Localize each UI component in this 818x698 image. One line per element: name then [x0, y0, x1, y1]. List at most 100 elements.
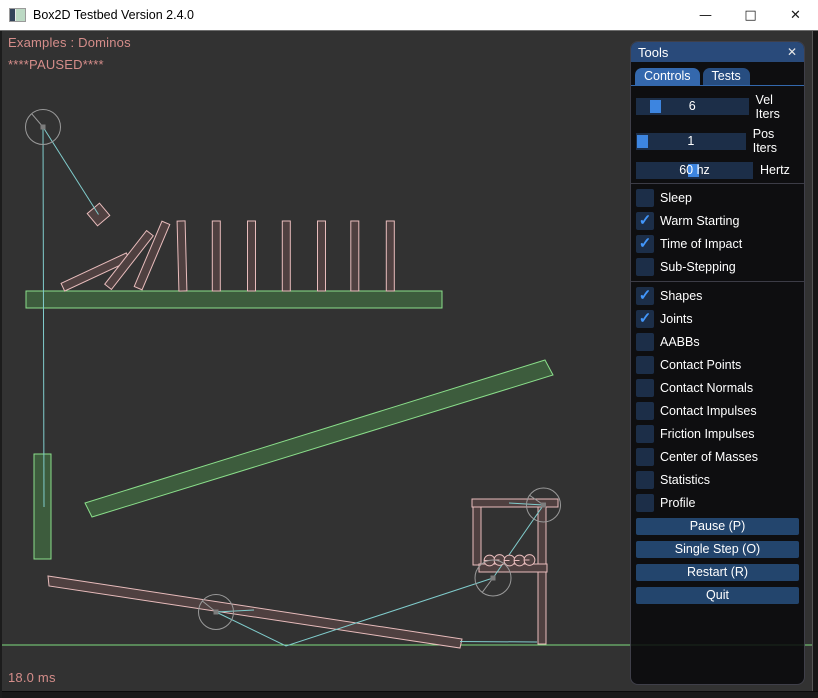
slider-label: Vel Iters	[756, 93, 799, 121]
single-step-o-button[interactable]: Single Step (O)	[636, 541, 799, 558]
checkbox-label: Time of Impact	[660, 237, 742, 251]
checkbox-box[interactable]: ✓	[636, 235, 654, 253]
check-icon: ✓	[639, 288, 652, 303]
pause-p-button[interactable]: Pause (P)	[636, 518, 799, 535]
checkbox-label: Warm Starting	[660, 214, 739, 228]
maximize-button[interactable]: □	[728, 0, 773, 30]
warm-starting-checkbox[interactable]: ✓ Warm Starting	[636, 212, 799, 230]
time-of-impact-checkbox[interactable]: ✓ Time of Impact	[636, 235, 799, 253]
slider-value: 6	[636, 98, 749, 115]
hertz-slider-row: 60 hz Hertz	[636, 162, 799, 179]
statistics-checkbox[interactable]: Statistics	[636, 471, 799, 489]
sub-stepping-checkbox[interactable]: Sub-Stepping	[636, 258, 799, 276]
checkbox-box[interactable]	[636, 356, 654, 374]
close-button[interactable]: ✕	[773, 0, 818, 30]
joints-checkbox[interactable]: ✓ Joints	[636, 310, 799, 328]
friction-impulses-checkbox[interactable]: Friction Impulses	[636, 425, 799, 443]
checkbox-box[interactable]	[636, 189, 654, 207]
checkbox-label: Sleep	[660, 191, 692, 205]
vel-iters-slider[interactable]: 6	[636, 98, 749, 115]
checkbox-label: Shapes	[660, 289, 702, 303]
checkbox-label: Center of Masses	[660, 450, 758, 464]
domino	[177, 221, 187, 291]
static-platform	[26, 291, 442, 308]
profile-checkbox[interactable]: Profile	[636, 494, 799, 512]
joint-line	[43, 127, 44, 507]
checkbox-box[interactable]: ✓	[636, 212, 654, 230]
shapes-checkbox[interactable]: ✓ Shapes	[636, 287, 799, 305]
pos-iters-slider[interactable]: 1	[636, 133, 746, 150]
domino	[351, 221, 359, 291]
check-icon: ✓	[639, 213, 652, 228]
frame-beam	[473, 507, 481, 565]
seesaw-plank	[48, 576, 462, 648]
static-plank	[85, 360, 553, 517]
joint-anchor	[541, 503, 546, 508]
tools-panel-title: Tools	[638, 45, 668, 60]
tools-panel-content: 6 Vel Iters 1 Pos Iters60 hz Hertz Sleep ✓ Warm…	[631, 93, 804, 604]
window-titlebar: Box2D Testbed Version 2.4.0 — □ ✕	[0, 0, 818, 31]
checkbox-box[interactable]	[636, 448, 654, 466]
checkbox-label: Contact Impulses	[660, 404, 757, 418]
checkbox-box[interactable]: ✓	[636, 310, 654, 328]
tab-controls[interactable]: Controls	[635, 68, 700, 85]
contact-normals-checkbox[interactable]: Contact Normals	[636, 379, 799, 397]
joint-anchor	[491, 576, 496, 581]
checkbox-box[interactable]	[636, 494, 654, 512]
window-frame-right	[812, 31, 818, 698]
static-platform	[34, 454, 51, 559]
checkbox-label: Contact Points	[660, 358, 741, 372]
checkbox-label: Profile	[660, 496, 695, 510]
joint-anchor	[214, 610, 219, 615]
checkbox-label: Friction Impulses	[660, 427, 754, 441]
contact-points-checkbox[interactable]: Contact Points	[636, 356, 799, 374]
checkbox-box[interactable]	[636, 258, 654, 276]
domino	[134, 221, 170, 290]
checkbox-box[interactable]	[636, 425, 654, 443]
contact-impulses-checkbox[interactable]: Contact Impulses	[636, 402, 799, 420]
frame-beam	[538, 507, 546, 644]
joint-line	[460, 642, 537, 643]
tab-tests[interactable]: Tests	[703, 68, 750, 85]
quit-button[interactable]: Quit	[636, 587, 799, 604]
domino	[386, 221, 394, 291]
paused-label: ****PAUSED****	[8, 57, 104, 72]
separator	[631, 281, 804, 282]
minimize-button[interactable]: —	[683, 0, 728, 30]
window-frame-left	[0, 31, 2, 698]
tools-panel: Tools ✕ ControlsTests 6 Vel Iters 1 Pos Ite…	[630, 41, 805, 685]
slider-label: Hertz	[760, 163, 790, 177]
checkbox-box[interactable]: ✓	[636, 287, 654, 305]
checkbox-box[interactable]	[636, 379, 654, 397]
slider-label: Pos Iters	[753, 127, 799, 155]
checkbox-box[interactable]	[636, 402, 654, 420]
restart-r-button[interactable]: Restart (R)	[636, 564, 799, 581]
aabbs-checkbox[interactable]: AABBs	[636, 333, 799, 351]
tab-bar: ControlsTests	[631, 62, 804, 86]
joint-anchor	[41, 125, 46, 130]
checkbox-box[interactable]	[636, 333, 654, 351]
tools-panel-close-icon[interactable]: ✕	[787, 45, 797, 59]
checkbox-box[interactable]	[636, 471, 654, 489]
example-label: Examples : Dominos	[8, 35, 131, 50]
checkbox-label: Statistics	[660, 473, 710, 487]
tools-panel-titlebar[interactable]: Tools ✕	[631, 42, 804, 62]
separator	[631, 183, 804, 184]
checkbox-label: Sub-Stepping	[660, 260, 736, 274]
checkbox-label: Joints	[660, 312, 693, 326]
domino	[282, 221, 290, 291]
window-frame-bottom	[0, 691, 818, 698]
slider-value: 60 hz	[636, 162, 753, 179]
joint-line	[43, 127, 99, 215]
checkbox-label: AABBs	[660, 335, 700, 349]
check-icon: ✓	[639, 311, 652, 326]
sleep-checkbox[interactable]: Sleep	[636, 189, 799, 207]
frame-time-label: 18.0 ms	[8, 670, 56, 685]
slider-value: 1	[636, 133, 746, 150]
vel-iters-slider-row: 6 Vel Iters	[636, 93, 799, 121]
domino	[212, 221, 220, 291]
window-title: Box2D Testbed Version 2.4.0	[33, 8, 194, 22]
center-of-masses-checkbox[interactable]: Center of Masses	[636, 448, 799, 466]
hertz-slider[interactable]: 60 hz	[636, 162, 753, 179]
domino	[248, 221, 256, 291]
